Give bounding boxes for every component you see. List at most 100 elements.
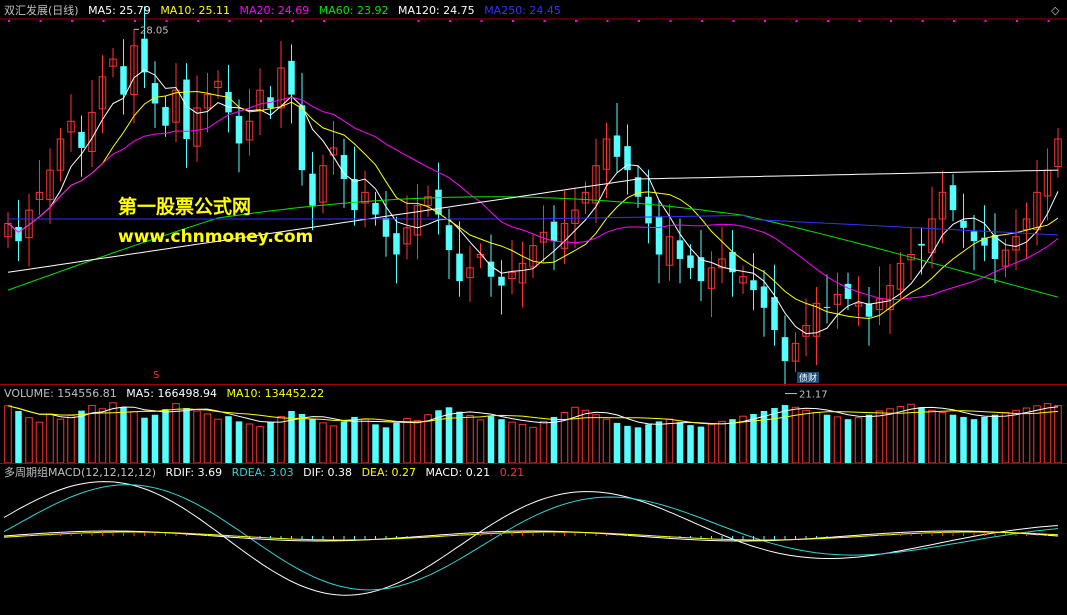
signal-marker: S bbox=[153, 370, 160, 381]
volume-bar bbox=[508, 421, 516, 464]
pane-divider bbox=[0, 463, 1067, 464]
volume-bar bbox=[729, 419, 736, 463]
volume-bar bbox=[162, 409, 169, 463]
candle-body bbox=[372, 202, 379, 215]
volume-bar bbox=[1022, 407, 1031, 464]
candle-body bbox=[613, 135, 621, 157]
signal-dot bbox=[827, 20, 829, 22]
volume-bar bbox=[256, 426, 264, 464]
volume-bar bbox=[351, 416, 358, 463]
candle-body bbox=[456, 253, 463, 282]
volume-bar bbox=[991, 414, 999, 463]
volume-bar bbox=[624, 425, 631, 463]
stock-title[interactable]: 双汇发展(日线) bbox=[4, 4, 79, 17]
volume-bar bbox=[172, 403, 180, 464]
volume-legend: VOLUME: 154556.81 MA5: 166498.94 MA10: 1… bbox=[4, 386, 330, 402]
signal-dot bbox=[71, 20, 73, 22]
ma250-label: MA250: 24.45 bbox=[484, 4, 561, 17]
volume-bar bbox=[634, 427, 642, 463]
candle-body bbox=[393, 233, 400, 255]
candle-body bbox=[949, 185, 957, 211]
volume-bar bbox=[655, 421, 663, 463]
volume-bar bbox=[466, 414, 474, 464]
volume-bar bbox=[298, 413, 306, 463]
volume-bar bbox=[109, 402, 117, 464]
volume-bar bbox=[120, 407, 127, 463]
volume-bar bbox=[151, 414, 159, 463]
volume-bar bbox=[372, 424, 379, 463]
high-price-label: 28.05 bbox=[140, 25, 169, 36]
volume-bar bbox=[602, 418, 611, 464]
signal-dot bbox=[165, 20, 168, 22]
ma20-label: MA20: 24.69 bbox=[239, 4, 310, 17]
volume-bar bbox=[697, 426, 705, 463]
volume-bar bbox=[225, 416, 232, 463]
candle-body bbox=[676, 240, 684, 259]
signal-dot bbox=[984, 20, 987, 22]
price-legend: 双汇发展(日线) MA5: 25.79 MA10: 25.11 MA20: 24… bbox=[4, 3, 567, 19]
volume-bar bbox=[46, 413, 54, 464]
signal-dot bbox=[39, 20, 42, 22]
volume-bar bbox=[613, 422, 621, 463]
volume-bar bbox=[854, 417, 863, 464]
volume-bar bbox=[981, 416, 988, 463]
candle-body bbox=[550, 221, 558, 242]
volume-bar bbox=[928, 409, 936, 464]
volume-bar bbox=[970, 419, 978, 463]
volume-bar bbox=[676, 422, 684, 463]
watermark-title: 第一股票公式网 bbox=[118, 196, 252, 218]
dea-line bbox=[3, 531, 1059, 541]
candle-body bbox=[120, 66, 127, 95]
diamond-icon[interactable]: ◇ bbox=[1051, 4, 1059, 17]
candle-body bbox=[141, 38, 148, 73]
volume-bar bbox=[539, 420, 548, 464]
candle-body bbox=[151, 83, 159, 104]
ma120-label: MA120: 24.75 bbox=[397, 4, 475, 17]
candle-body bbox=[760, 286, 768, 308]
candle-body bbox=[78, 131, 85, 148]
volume-bar bbox=[403, 417, 411, 464]
volume-bar bbox=[844, 419, 852, 463]
volume-bar bbox=[1054, 405, 1062, 464]
rdif-line bbox=[3, 481, 1059, 596]
signal-dot bbox=[1016, 20, 1018, 22]
volume-bar bbox=[823, 414, 831, 463]
volume-bar bbox=[518, 423, 527, 464]
candle-body bbox=[865, 303, 873, 317]
signal-dot bbox=[890, 20, 892, 22]
volume-bar bbox=[1001, 411, 1010, 464]
volume-bar bbox=[739, 415, 747, 464]
candle-body bbox=[687, 255, 694, 268]
candle-body bbox=[183, 79, 190, 140]
volume-bar bbox=[645, 424, 652, 463]
signal-dot bbox=[858, 20, 861, 22]
macd-label: MACD: 0.21 bbox=[425, 466, 491, 479]
volume-bar bbox=[35, 421, 44, 464]
signal-dot bbox=[102, 20, 105, 22]
dea-label: DEA: 0.27 bbox=[361, 466, 417, 479]
volume-bar bbox=[25, 417, 33, 464]
volume-bar bbox=[875, 410, 884, 464]
signal-dot bbox=[701, 20, 703, 22]
volume-bar bbox=[361, 418, 369, 464]
signal-dot bbox=[291, 20, 294, 22]
volume-bar bbox=[267, 422, 274, 463]
volume-bar bbox=[1033, 405, 1041, 464]
candle-body bbox=[225, 91, 232, 113]
candle-body bbox=[918, 243, 925, 246]
volume-ma10-label: MA10: 134452.22 bbox=[226, 387, 325, 400]
ma5-label: MA5: 25.79 bbox=[88, 4, 151, 17]
volume-bar bbox=[687, 425, 694, 463]
volume-bar bbox=[393, 422, 400, 463]
volume-bar bbox=[235, 421, 243, 463]
macd-legend: 多周期组MACD(12,12,12,12) RDIF: 3.69 RDEA: 3… bbox=[4, 465, 530, 481]
candle-body bbox=[645, 196, 652, 224]
candle-body bbox=[382, 218, 390, 237]
macd-pane bbox=[3, 481, 1059, 596]
candle-body bbox=[750, 280, 757, 291]
volume-bar bbox=[592, 414, 600, 464]
volume-bar bbox=[382, 427, 390, 463]
volume-bar bbox=[130, 411, 138, 464]
signal-dot bbox=[449, 20, 451, 22]
volume-bar bbox=[571, 406, 579, 464]
